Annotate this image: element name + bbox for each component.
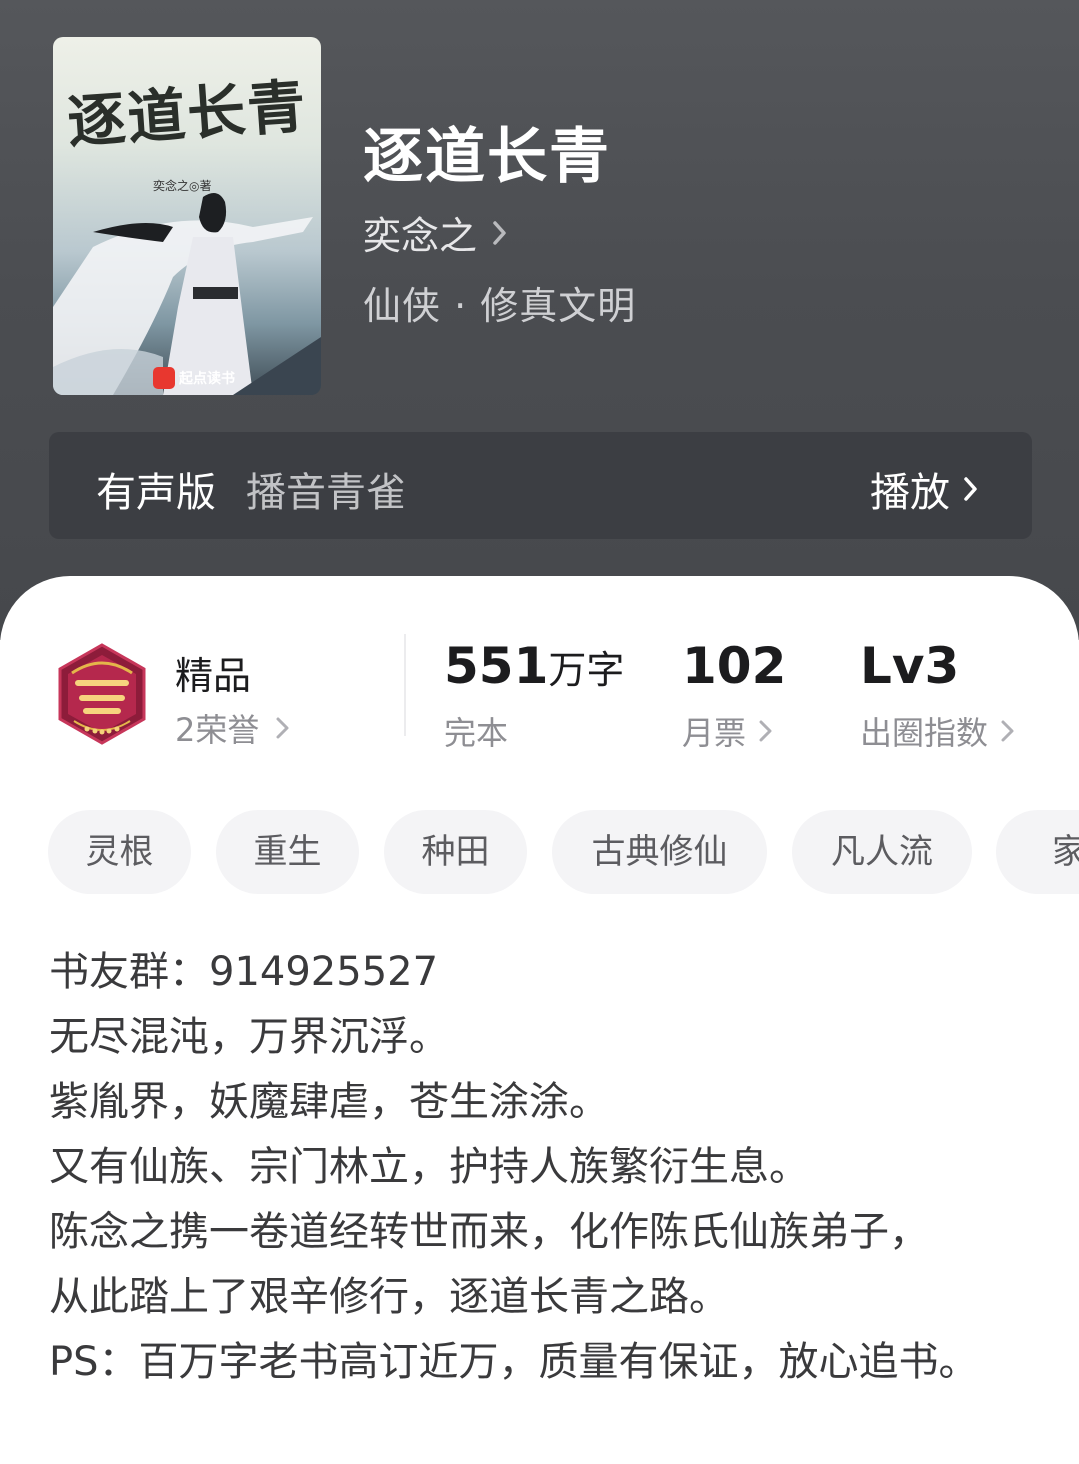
- tag-list: 灵根 重生 种田 古典修仙 凡人流 家族: [48, 810, 1079, 894]
- popularity-index-label: 出圈指数: [860, 714, 989, 752]
- audio-narrator: 播音青雀: [246, 470, 406, 516]
- chevron-right-icon: [276, 717, 289, 739]
- honors-link[interactable]: 2荣誉: [175, 705, 291, 751]
- tag-chip[interactable]: 种田: [384, 810, 527, 894]
- description-line: 陈念之携一卷道经转世而来，化作陈氏仙族弟子，从此踏上了艰辛修行，逐道长青之路。: [49, 1209, 929, 1320]
- book-author-link[interactable]: 奕念之: [363, 205, 509, 260]
- cover-publisher: 起点读书: [153, 367, 235, 389]
- quality-badge-icon[interactable]: [52, 643, 152, 747]
- tag-chip[interactable]: 凡人流: [792, 810, 972, 894]
- publisher-name: 起点读书: [179, 371, 235, 387]
- description-line: 又有仙族、宗门林立，护持人族繁衍生息。: [49, 1144, 809, 1190]
- tag-chip[interactable]: 家族: [996, 810, 1079, 894]
- popularity-index-link[interactable]: 出圈指数: [860, 708, 1016, 754]
- monthly-tickets-link[interactable]: 月票: [682, 708, 774, 754]
- word-count-unit: 万字: [548, 648, 625, 692]
- tag-chip[interactable]: 古典修仙: [552, 810, 767, 894]
- play-label: 播放: [870, 470, 950, 516]
- book-description: 书友群：914925527 无尽混沌，万界沉浮。 紫胤界，妖魔肆虐，苍生涂涂。 …: [49, 940, 1029, 1395]
- honors-count: 2荣誉: [175, 711, 260, 749]
- chevron-right-icon: [493, 220, 506, 245]
- chevron-right-icon: [759, 720, 772, 742]
- description-line: 紫胤界，妖魔肆虐，苍生涂涂。: [49, 1079, 609, 1125]
- stats-divider: [404, 634, 406, 736]
- play-button[interactable]: 播放: [870, 460, 980, 518]
- chevron-right-icon: [1001, 720, 1014, 742]
- word-count: 551万字: [444, 637, 624, 695]
- author-name: 奕念之: [363, 214, 478, 258]
- book-cover[interactable]: 逐道长青 奕念之◎著 起点读书: [53, 37, 321, 395]
- publisher-logo-icon: [153, 367, 175, 389]
- tag-chip[interactable]: 重生: [216, 810, 359, 894]
- description-line: PS：百万字老书高订近万，质量有保证，放心追书。: [49, 1339, 979, 1385]
- description-line: 书友群：914925527: [49, 949, 439, 995]
- completion-status: 完本: [444, 714, 509, 752]
- tag-chip[interactable]: 灵根: [48, 810, 191, 894]
- chevron-right-icon: [964, 477, 977, 501]
- monthly-tickets-value: 102: [682, 637, 787, 695]
- cover-title-text: 逐道长青: [65, 72, 310, 157]
- quality-label: 精品: [175, 654, 252, 698]
- audio-version-label: 有声版: [96, 470, 216, 516]
- description-line: 无尽混沌，万界沉浮。: [49, 1014, 449, 1060]
- book-title: 逐道长青: [363, 122, 611, 192]
- audio-version-bar[interactable]: 有声版 播音青雀 播放: [49, 432, 1032, 539]
- popularity-level-value: Lv3: [860, 637, 960, 695]
- cover-illustration: [53, 193, 321, 395]
- book-genre: 仙侠 · 修真文明: [363, 284, 637, 328]
- monthly-tickets-label: 月票: [682, 714, 747, 752]
- word-count-value: 551: [444, 637, 549, 695]
